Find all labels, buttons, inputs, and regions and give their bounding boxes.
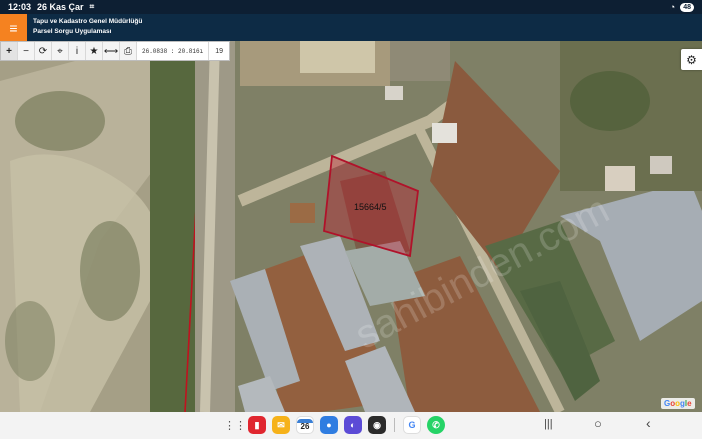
hamburger-icon: ≡: [9, 19, 18, 36]
zoom-out-button[interactable]: −: [18, 42, 35, 60]
messages-app-icon[interactable]: ●: [320, 416, 338, 434]
app-dock: ⋮⋮ ▮ ✉ 26 ● ◐ ◉ G ✆: [224, 416, 445, 434]
measure-icon: ⟷: [103, 45, 119, 57]
calendar-app-icon[interactable]: 26: [296, 416, 314, 434]
status-time: 12:03: [8, 2, 32, 12]
gear-icon: ⚙: [686, 52, 697, 67]
app-drawer-icon[interactable]: ⋮⋮: [224, 416, 246, 434]
recents-button[interactable]: |||: [544, 418, 553, 430]
app-title-line2: Parsel Sorgu Uygulaması: [33, 28, 112, 35]
settings-button[interactable]: ⚙: [681, 49, 702, 70]
zoom-in-button[interactable]: +: [1, 42, 18, 60]
app-title-line1: Tapu ve Kadastro Genel Müdürlüğü: [33, 18, 143, 25]
zoom-level: 19: [209, 42, 230, 60]
info-icon: i: [75, 45, 79, 57]
navigation-bar: ⋮⋮ ▮ ✉ 26 ● ◐ ◉ G ✆ ||| ○ ‹: [0, 412, 702, 439]
favorite-icon: ★: [89, 45, 99, 57]
whatsapp-app-icon[interactable]: ✆: [427, 416, 445, 434]
dock-separator: [394, 418, 395, 432]
print-icon: ⎙: [124, 45, 132, 57]
info-button[interactable]: i: [69, 42, 86, 60]
home-button[interactable]: ○: [594, 416, 602, 431]
print-button[interactable]: ⎙: [120, 42, 137, 60]
status-bar: 12:03 26 Kas Çar ⌗ ◔ 48: [0, 0, 702, 14]
favorite-button[interactable]: ★: [86, 42, 103, 60]
google-attribution: Google: [661, 398, 695, 409]
back-button[interactable]: ‹: [646, 415, 651, 431]
internet-app-icon[interactable]: ◐: [344, 416, 362, 434]
app-header: ≡ Tapu ve Kadastro Genel Müdürlüğü Parse…: [0, 14, 702, 41]
google-app-icon[interactable]: G: [403, 416, 421, 434]
map-toolbar: + − ⟳ ⌖ i ★ ⟷ ⎙ 26.0838 : 20.816ı 19: [0, 41, 231, 61]
refresh-icon: ⟳: [38, 45, 48, 57]
email-app-icon[interactable]: ✉: [272, 416, 290, 434]
locate-icon: ⌖: [57, 45, 63, 57]
menu-button[interactable]: ≡: [0, 14, 27, 41]
wifi-icon: ◔: [669, 2, 676, 12]
zoom-out-icon: −: [23, 45, 29, 57]
calendar-day: 26: [300, 422, 310, 431]
coordinate-readout: 26.0838 : 20.816ı: [137, 42, 210, 60]
app-title: Tapu ve Kadastro Genel Müdürlüğü Parsel …: [33, 17, 142, 37]
measure-button[interactable]: ⟷: [103, 42, 120, 60]
notes-app-icon[interactable]: ▮: [248, 416, 266, 434]
locate-button[interactable]: ⌖: [52, 42, 69, 60]
parcel-label: 15664/5: [354, 202, 387, 212]
map-imagery: sahibinden.com 15664/5: [0, 41, 702, 412]
screenshot-icon: ⌗: [89, 2, 95, 11]
battery-level: 48: [680, 2, 694, 12]
screen: 12:03 26 Kas Çar ⌗ ◔ 48 ≡ Tapu ve Kadast…: [0, 0, 702, 439]
refresh-button[interactable]: ⟳: [35, 42, 52, 60]
satellite-map[interactable]: sahibinden.com 15664/5: [0, 41, 702, 412]
status-date: 26 Kas Çar: [37, 2, 84, 12]
zoom-in-icon: +: [6, 45, 12, 57]
camera-app-icon[interactable]: ◉: [368, 416, 386, 434]
